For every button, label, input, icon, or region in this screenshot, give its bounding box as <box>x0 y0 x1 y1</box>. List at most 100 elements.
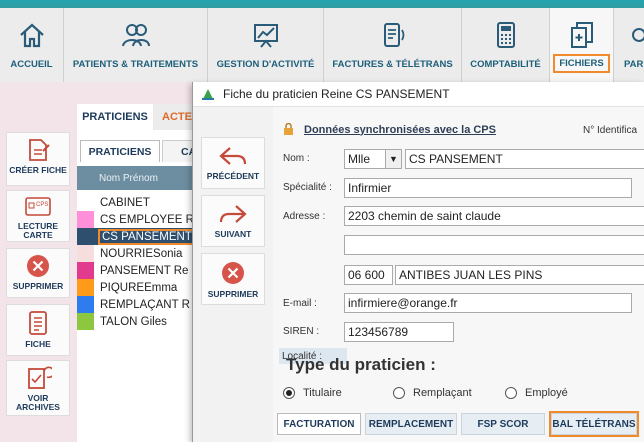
list-item[interactable]: TALON Giles <box>77 313 198 330</box>
tab-remplacement[interactable]: REMPLACEMENT <box>365 413 457 435</box>
nom-label: Nom : <box>283 153 310 164</box>
list-item-name: NOURRIESonia <box>100 247 183 260</box>
list-item[interactable]: NOURRIESonia <box>77 245 198 262</box>
calculator-icon <box>496 22 515 48</box>
settings-icon <box>632 28 644 42</box>
radio-circle <box>393 387 405 399</box>
previous-arrow-icon <box>219 147 247 165</box>
sync-status[interactable]: Données synchronisées avec la CPS <box>283 123 496 136</box>
siren-input[interactable]: 123456789 <box>344 322 454 342</box>
tab-praticiens[interactable]: PRATICIENS <box>77 104 153 130</box>
action-label: LECTURE CARTE <box>17 221 59 240</box>
chart-board-icon <box>253 24 278 48</box>
nav-label: GESTION D'ACTIVITÉ <box>216 59 315 70</box>
nav-gestion[interactable]: GESTION D'ACTIVITÉ <box>208 8 324 82</box>
action-label: SUPPRIMER <box>207 289 259 299</box>
email-field[interactable]: infirmiere@orange.fr <box>344 293 632 313</box>
tab-fsp-scor[interactable]: FSP SCOR <box>461 413 545 435</box>
list-item[interactable]: PANSEMENT Re <box>77 262 198 279</box>
nav-fichiers[interactable]: FICHIERS <box>550 8 614 82</box>
radio-label: Employé <box>525 387 568 399</box>
invoice-icon <box>383 23 404 47</box>
radio-remplacant[interactable]: Remplaçant <box>393 387 472 399</box>
color-swatch <box>77 262 94 279</box>
tab-facturation[interactable]: FACTURATION <box>277 413 361 435</box>
nom-input[interactable]: CS PANSEMENT <box>405 149 644 169</box>
list-item-name: PIQUREEmma <box>100 281 178 294</box>
list-item[interactable]: CABINET <box>77 194 198 211</box>
action-label: SUIVANT <box>214 229 252 239</box>
svg-text:CPS: CPS <box>36 202 48 208</box>
color-swatch <box>77 228 94 245</box>
color-swatch <box>77 211 94 228</box>
dialog-body: PRÉCÉDENT SUIVANT SUPPRIMER Données sync… <box>193 107 644 442</box>
postal-code-input[interactable]: 06 600 <box>344 265 393 285</box>
radio-titulaire[interactable]: Titulaire <box>283 387 342 399</box>
document-icon <box>29 311 47 335</box>
adresse-line1-input[interactable]: 2203 chemin de saint claude <box>344 206 644 226</box>
list-item[interactable]: REMPLAÇANT R <box>77 296 198 313</box>
delete-button[interactable]: SUPPRIMER <box>201 253 265 305</box>
fiche-button[interactable]: FICHE <box>6 304 70 356</box>
identification-label: N° Identifica <box>583 125 638 136</box>
action-label: SUPPRIMER <box>12 281 64 291</box>
color-swatch <box>77 245 94 262</box>
color-swatch <box>77 279 94 296</box>
dialog-titlebar: Fiche du praticien Reine CS PANSEMENT <box>193 82 644 107</box>
radio-employe[interactable]: Employé <box>505 387 568 399</box>
radio-label: Remplaçant <box>413 387 472 399</box>
delete-icon <box>222 262 244 284</box>
nav-label: COMPTABILITÉ <box>470 59 541 70</box>
create-file-button[interactable]: CRÉER FICHE <box>6 132 70 186</box>
lock-icon <box>284 123 293 135</box>
nav-label: FACTURES & TÉLÉTRANS <box>332 59 453 70</box>
sync-text: Données synchronisées avec la CPS <box>304 123 496 136</box>
radio-circle <box>505 387 517 399</box>
action-label: VOIR ARCHIVES <box>16 393 60 412</box>
adresse-line2-input[interactable] <box>344 235 644 255</box>
nav-accueil[interactable]: ACCUEIL <box>0 8 64 82</box>
list-item-name: REMPLAÇANT R <box>100 298 190 311</box>
type-title: Type du praticien : <box>286 355 436 374</box>
color-swatch <box>77 296 94 313</box>
top-navigation: ACCUEIL PATIENTS & TRAITEMENTS GESTION D… <box>0 0 644 82</box>
nav-label: ACCUEIL <box>10 59 53 70</box>
list-item-name: TALON Giles <box>100 315 167 328</box>
nav-comptabilite[interactable]: COMPTABILITÉ <box>462 8 550 82</box>
dialog-title: Fiche du praticien Reine CS PANSEMENT <box>223 87 450 101</box>
list-header[interactable]: Nom Prénom <box>77 166 198 190</box>
next-arrow-icon <box>219 205 247 223</box>
specialite-label: Spécialité : <box>283 182 332 193</box>
home-icon <box>19 23 44 48</box>
delete-button[interactable]: SUPPRIMER <box>6 248 70 298</box>
list-item-selected[interactable]: CS PANSEMENT <box>77 228 198 245</box>
nav-patients[interactable]: PATIENTS & TRAITEMENTS <box>64 8 208 82</box>
radio-circle <box>283 387 295 399</box>
list-item-name: PANSEMENT Re <box>100 264 189 277</box>
app-logo-icon <box>202 89 214 100</box>
list-item-name: CS PANSEMENT <box>98 228 196 245</box>
nav-factures[interactable]: FACTURES & TÉLÉTRANS <box>324 8 462 82</box>
list-item[interactable]: CS EMPLOYEE R <box>77 211 198 228</box>
files-icon <box>570 22 593 48</box>
tab-bal-teletrans[interactable]: BAL TÉLÉTRANS <box>549 411 639 437</box>
city-input[interactable]: ANTIBES JUAN LES PINS <box>395 265 644 285</box>
next-button[interactable]: SUIVANT <box>201 195 265 247</box>
list-item[interactable]: PIQUREEmma <box>77 279 198 296</box>
chevron-down-icon: ▼ <box>385 150 401 168</box>
previous-button[interactable]: PRÉCÉDENT <box>201 137 265 189</box>
radio-label: Titulaire <box>303 387 342 399</box>
dialog-actions: PRÉCÉDENT SUIVANT SUPPRIMER <box>193 107 269 442</box>
specialite-input[interactable]: Infirmier <box>344 178 632 198</box>
delete-icon <box>27 255 49 277</box>
color-swatch <box>77 313 94 330</box>
list-item-name: CS EMPLOYEE R <box>100 213 194 226</box>
read-card-button[interactable]: CPS LECTURE CARTE <box>6 190 70 242</box>
archive-icon <box>28 366 52 389</box>
nav-label: FICHIERS <box>553 54 610 73</box>
nav-parametres[interactable]: PAR <box>614 8 644 82</box>
subtab-praticiens[interactable]: PRATICIENS <box>80 140 160 162</box>
civilite-select[interactable]: Mlle ▼ <box>344 149 402 169</box>
siren-label: SIREN : <box>283 326 320 337</box>
view-archives-button[interactable]: VOIR ARCHIVES <box>6 360 70 416</box>
